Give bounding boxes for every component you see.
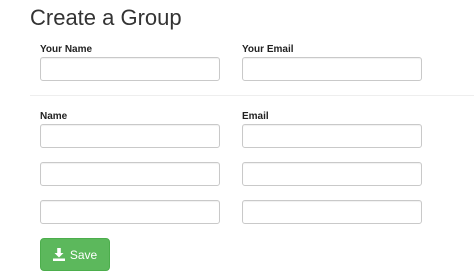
member-name-input-3[interactable] [40, 200, 220, 224]
member-email-label: Email [242, 111, 269, 122]
member-email-input-3[interactable] [242, 200, 422, 224]
save-button-label: Save [69, 247, 98, 262]
page-title: Create a Group [30, 5, 182, 30]
save-button[interactable]: Save [40, 238, 110, 271]
member-email-input-1[interactable] [242, 124, 422, 148]
member-name-input-2[interactable] [40, 162, 220, 186]
your-name-label: Your Name [40, 44, 93, 55]
section-divider [30, 95, 474, 96]
create-group-form: Create a Group Your Name Your Email Name… [0, 0, 474, 279]
member-name-label: Name [40, 111, 68, 122]
your-email-label: Your Email [242, 44, 294, 55]
your-name-input[interactable] [40, 57, 220, 81]
member-email-input-2[interactable] [242, 162, 422, 186]
member-name-input-1[interactable] [40, 124, 220, 148]
your-email-input[interactable] [242, 57, 422, 81]
download-icon [52, 248, 65, 261]
